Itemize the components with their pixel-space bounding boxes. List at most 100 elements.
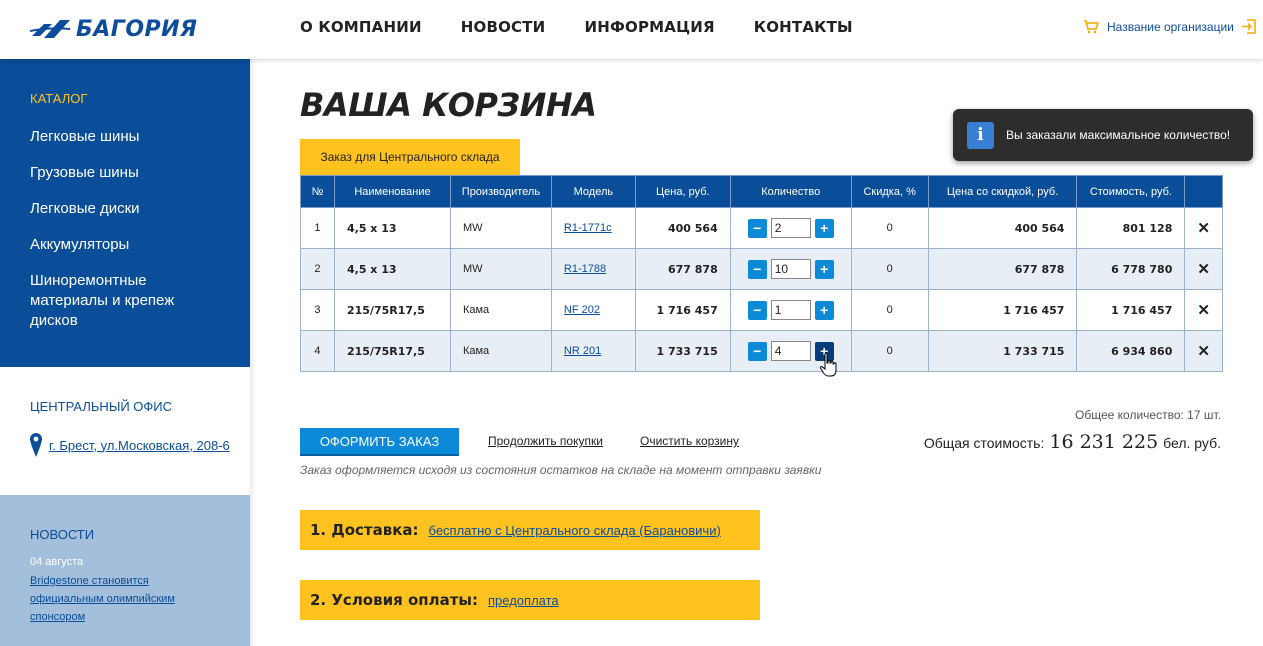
row-discount: 0 <box>850 289 929 331</box>
row-cost: 6 778 780 <box>1076 248 1186 290</box>
row-discount: 0 <box>850 330 929 372</box>
qty-minus-button[interactable]: − <box>747 218 767 238</box>
row-model: R1-1771c <box>550 207 636 249</box>
col-maker: Производитель <box>449 175 552 208</box>
row-maker: MW <box>449 248 552 290</box>
row-disc-price: 677 878 <box>927 248 1078 290</box>
news-link[interactable]: Bridgestone становится официальным олимп… <box>30 572 220 626</box>
delivery-label: 1. Доставка: <box>310 521 419 539</box>
hand-cursor-icon <box>819 352 837 377</box>
sidebar-item-wheels[interactable]: Легковые диски <box>30 199 210 219</box>
row-name: 4,5 х 13 <box>333 248 451 290</box>
qty-minus-button[interactable]: − <box>747 259 767 279</box>
sidebar-item-batteries[interactable]: Аккумуляторы <box>30 235 210 255</box>
qty-input[interactable]: 10 <box>770 259 811 279</box>
checkout-button[interactable]: ОФОРМИТЬ ЗАКАЗ <box>300 428 459 456</box>
row-disc-price: 400 564 <box>927 207 1078 249</box>
col-disc-price: Цена со скидкой, руб. <box>927 175 1078 208</box>
sidebar-item-cars[interactable]: Легковые шины <box>30 127 210 147</box>
row-name: 215/75R17,5 <box>333 330 451 372</box>
row-qty: − 2 + <box>729 207 852 249</box>
main-nav: О КОМПАНИИ НОВОСТИ ИНФОРМАЦИЯ КОНТАКТЫ <box>300 18 892 36</box>
office-address-link[interactable]: г. Брест, ул.Московская, 208-6 <box>49 438 230 453</box>
col-discount: Скидка, % <box>850 175 929 208</box>
qty-input[interactable]: 4 <box>770 341 811 361</box>
delete-row-icon[interactable]: ✕ <box>1184 248 1223 290</box>
row-cost: 1 716 457 <box>1076 289 1186 331</box>
login-icon[interactable] <box>1241 19 1256 34</box>
top-header: БАГОРИЯ О КОМПАНИИ НОВОСТИ ИНФОРМАЦИЯ КО… <box>0 0 1263 59</box>
delete-row-icon[interactable]: ✕ <box>1184 207 1223 249</box>
tab-central-warehouse[interactable]: Заказ для Центрального склада <box>300 139 520 175</box>
model-link[interactable]: R1-1771c <box>564 222 612 234</box>
row-discount: 0 <box>850 248 929 290</box>
news-title: НОВОСТИ <box>30 527 95 542</box>
col-cost: Стоимость, руб. <box>1076 175 1186 208</box>
page: БАГОРИЯ О КОМПАНИИ НОВОСТИ ИНФОРМАЦИЯ КО… <box>0 0 1263 646</box>
nav-contacts[interactable]: КОНТАКТЫ <box>754 18 853 36</box>
total-label: Общая стоимость: <box>923 435 1045 451</box>
logo[interactable]: БАГОРИЯ <box>30 14 198 44</box>
catalog-list: Легковые шины Грузовые шины Легковые дис… <box>30 127 210 347</box>
row-maker: Кама <box>449 289 552 331</box>
qty-minus-button[interactable]: − <box>747 300 767 320</box>
sidebar-item-repair[interactable]: Шиноремонтные материалы и крепеж дисков <box>30 271 210 331</box>
delivery-option-link[interactable]: бесплатно с Центрального склада (Баранов… <box>429 523 721 538</box>
total-currency: бел. руб. <box>1163 435 1221 451</box>
row-qty: − 10 + <box>729 248 852 290</box>
page-title: ВАША КОРЗИНА <box>300 86 597 124</box>
row-price: 400 564 <box>634 207 731 249</box>
row-price: 677 878 <box>634 248 731 290</box>
info-icon: i <box>967 121 994 149</box>
payment-label: 2. Условия оплаты: <box>310 591 478 609</box>
max-qty-toast: i Вы заказали максимальное количество! <box>953 109 1253 161</box>
sidebar-shadow <box>250 59 256 646</box>
row-maker: MW <box>449 207 552 249</box>
delivery-box: 1. Доставка: бесплатно с Центрального ск… <box>300 510 760 550</box>
row-model: NF 202 <box>550 289 636 331</box>
qty-minus-button[interactable]: − <box>747 341 767 361</box>
office-title: ЦЕНТРАЛЬНЫЙ ОФИС <box>30 399 173 414</box>
cart-table: № Наименование Производитель Модель Цена… <box>300 175 1223 372</box>
delete-row-icon[interactable]: ✕ <box>1184 330 1223 372</box>
sidebar-item-trucks[interactable]: Грузовые шины <box>30 163 210 183</box>
total-value: 16 231 225 <box>1049 431 1159 453</box>
clear-cart-link[interactable]: Очистить корзину <box>640 434 739 448</box>
cart-icon[interactable] <box>1083 19 1099 34</box>
qty-input[interactable]: 1 <box>770 300 811 320</box>
order-note: Заказ оформляется исходя из состояния ос… <box>300 463 822 477</box>
model-link[interactable]: R1-1788 <box>564 263 606 275</box>
row-disc-price: 1 733 715 <box>927 330 1078 372</box>
model-link[interactable]: NF 202 <box>564 304 600 316</box>
continue-shopping-link[interactable]: Продолжить покупки <box>488 434 603 448</box>
org-name-link[interactable]: Название организации <box>1107 20 1234 34</box>
row-qty: − 1 + <box>729 289 852 331</box>
total-quantity: Общее количество: 17 шт. <box>1075 408 1221 422</box>
qty-plus-button[interactable]: + <box>814 300 834 320</box>
row-model: R1-1788 <box>550 248 636 290</box>
delete-row-icon[interactable]: ✕ <box>1184 289 1223 331</box>
row-number: 2 <box>300 248 335 290</box>
payment-option-link[interactable]: предоплата <box>488 593 559 608</box>
model-link[interactable]: NR 201 <box>564 345 601 357</box>
nav-about[interactable]: О КОМПАНИИ <box>300 18 422 36</box>
map-pin-icon <box>30 433 42 457</box>
table-row: 1 4,5 х 13 MW R1-1771c 400 564 − 2 + 0 4… <box>300 207 1223 249</box>
qty-input[interactable]: 2 <box>770 218 811 238</box>
sidebar-office: ЦЕНТРАЛЬНЫЙ ОФИС г. Брест, ул.Московская… <box>0 367 250 495</box>
qty-plus-button[interactable]: + <box>814 218 834 238</box>
nav-info[interactable]: ИНФОРМАЦИЯ <box>584 18 714 36</box>
office-address: г. Брест, ул.Московская, 208-6 <box>30 433 230 457</box>
qty-plus-button[interactable]: + <box>814 259 834 279</box>
col-qty: Количество <box>729 175 852 208</box>
col-name: Наименование <box>333 175 451 208</box>
row-name: 4,5 х 13 <box>333 207 451 249</box>
table-row: 2 4,5 х 13 MW R1-1788 677 878 − 10 + 0 6… <box>300 248 1223 290</box>
sidebar-news: НОВОСТИ 04 августа Bridgestone становитс… <box>0 495 250 646</box>
col-model: Модель <box>550 175 636 208</box>
row-price: 1 733 715 <box>634 330 731 372</box>
sidebar-catalog: КАТАЛОГ Легковые шины Грузовые шины Легк… <box>0 59 250 367</box>
nav-news[interactable]: НОВОСТИ <box>461 18 546 36</box>
news-date: 04 августа <box>30 556 84 568</box>
row-number: 3 <box>300 289 335 331</box>
